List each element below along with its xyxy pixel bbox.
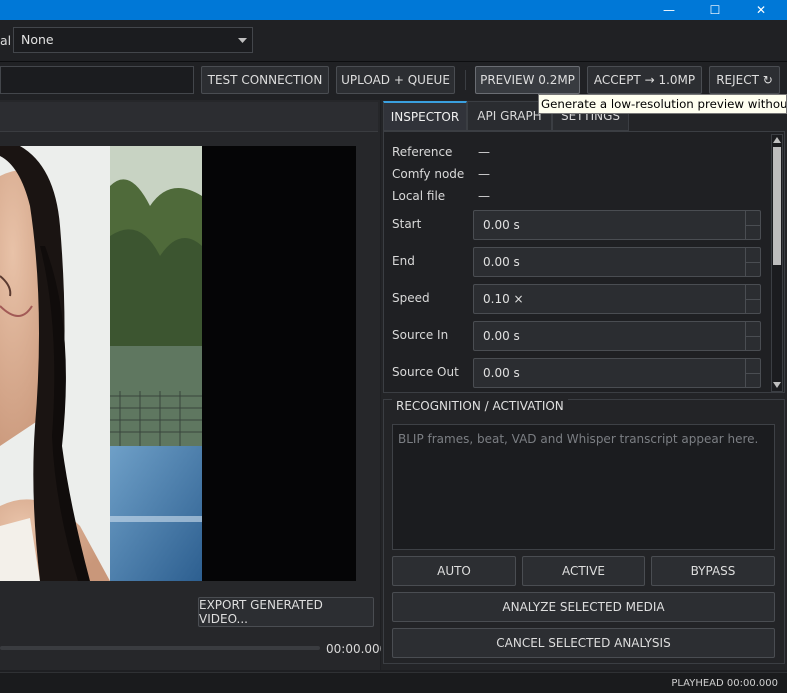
source-out-label: Source Out xyxy=(392,365,459,379)
end-spinbox[interactable]: 0.00 s xyxy=(473,247,761,277)
video-preview[interactable] xyxy=(0,146,356,581)
scroll-down-icon[interactable] xyxy=(773,382,781,388)
minimize-icon: — xyxy=(663,3,675,17)
active-button[interactable]: ACTIVE xyxy=(522,556,645,586)
local-file-value: — xyxy=(478,189,490,203)
source-in-value: 0.00 s xyxy=(483,329,520,343)
server-url-field[interactable] xyxy=(0,66,194,94)
end-value: 0.00 s xyxy=(483,255,520,269)
comfy-node-label: Comfy node xyxy=(392,167,465,181)
reference-value: — xyxy=(478,145,490,159)
speed-value: 0.10 × xyxy=(483,292,524,306)
spin-arrows[interactable] xyxy=(745,322,760,350)
timeline-scrubber[interactable] xyxy=(0,646,320,650)
preview-header xyxy=(0,102,378,132)
upload-queue-button[interactable]: UPLOAD + QUEUE xyxy=(336,66,455,94)
accept-button[interactable]: ACCEPT → 1.0MP xyxy=(587,66,702,94)
chevron-down-icon xyxy=(238,38,247,43)
reject-button[interactable]: REJECT ↻ xyxy=(709,66,780,94)
transcript-area[interactable]: BLIP frames, beat, VAD and Whisper trans… xyxy=(392,424,775,550)
auto-button[interactable]: AUTO xyxy=(392,556,516,586)
spin-arrows[interactable] xyxy=(745,248,760,276)
end-label: End xyxy=(392,254,415,268)
preview-tooltip: Generate a low-resolution preview withou… xyxy=(538,94,787,114)
playhead-readout: PLAYHEAD 00:00.000 xyxy=(671,678,778,689)
inspector-scrollbar[interactable] xyxy=(771,134,783,392)
spin-arrows[interactable] xyxy=(745,211,760,239)
preview-frame-image xyxy=(0,146,202,581)
test-connection-button[interactable]: TEST CONNECTION xyxy=(201,66,329,94)
partial-label: al xyxy=(0,33,12,48)
spin-arrows[interactable] xyxy=(745,285,760,313)
speed-label: Speed xyxy=(392,291,430,305)
preview-button[interactable]: PREVIEW 0.2MP xyxy=(475,66,580,94)
local-file-label: Local file xyxy=(392,189,446,203)
export-video-button[interactable]: EXPORT GENERATED VIDEO... xyxy=(198,597,374,627)
start-value: 0.00 s xyxy=(483,218,520,232)
maximize-icon: ☐ xyxy=(709,3,721,17)
analyze-selected-button[interactable]: ANALYZE SELECTED MEDIA xyxy=(392,592,775,622)
start-spinbox[interactable]: 0.00 s xyxy=(473,210,761,240)
close-icon: ✕ xyxy=(755,3,767,17)
close-button[interactable]: ✕ xyxy=(738,0,784,20)
maximize-button[interactable]: ☐ xyxy=(692,0,738,20)
preview-timecode: 00:00.000 xyxy=(326,642,388,656)
scroll-thumb[interactable] xyxy=(773,147,781,265)
toolbar-divider xyxy=(465,70,466,90)
source-in-spinbox[interactable]: 0.00 s xyxy=(473,321,761,351)
source-out-spinbox[interactable]: 0.00 s xyxy=(473,358,761,388)
speed-spinbox[interactable]: 0.10 × xyxy=(473,284,761,314)
dropdown-value: None xyxy=(21,32,54,47)
title-bar: — ☐ ✕ xyxy=(0,0,787,20)
bypass-button[interactable]: BYPASS xyxy=(651,556,775,586)
cancel-analysis-button[interactable]: CANCEL SELECTED ANALYSIS xyxy=(392,628,775,658)
reference-label: Reference xyxy=(392,145,453,159)
start-label: Start xyxy=(392,217,422,231)
minimize-button[interactable]: — xyxy=(646,0,692,20)
source-in-label: Source In xyxy=(392,328,449,342)
comfy-node-value: — xyxy=(478,167,490,181)
recognition-title: RECOGNITION / ACTIVATION xyxy=(392,399,568,413)
tab-inspector[interactable]: INSPECTOR xyxy=(383,101,467,131)
spin-arrows[interactable] xyxy=(745,359,760,387)
scroll-up-icon[interactable] xyxy=(773,137,781,143)
transcript-placeholder: BLIP frames, beat, VAD and Whisper trans… xyxy=(398,432,759,446)
status-bar: PLAYHEAD 00:00.000 xyxy=(0,672,787,693)
source-out-value: 0.00 s xyxy=(483,366,520,380)
model-dropdown[interactable]: None xyxy=(13,27,253,53)
